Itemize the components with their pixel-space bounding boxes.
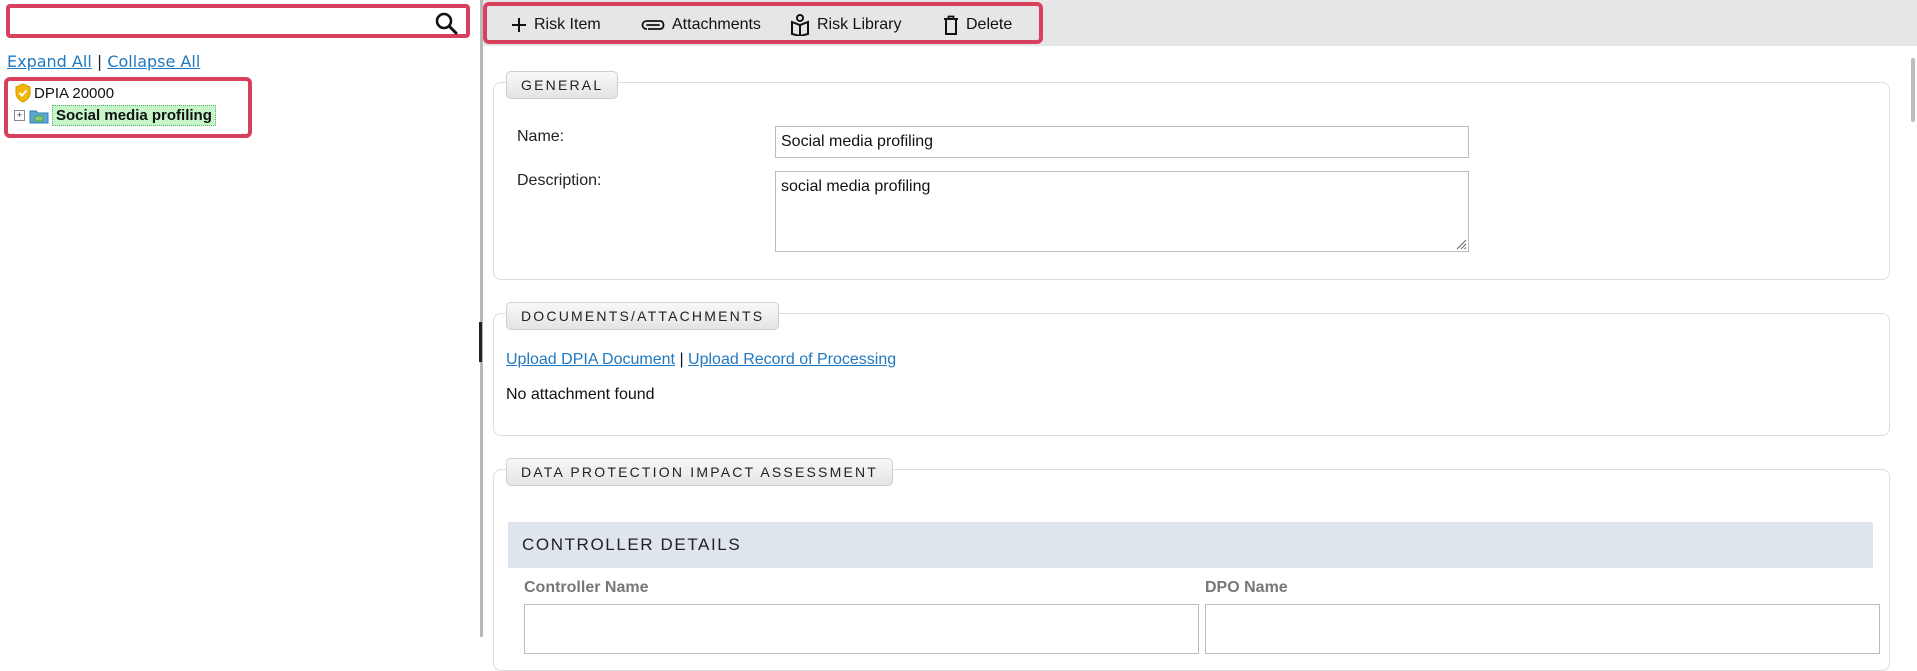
- name-label: Name:: [517, 128, 565, 145]
- controller-name-field[interactable]: [524, 604, 1199, 654]
- expand-all-link[interactable]: Expand All: [7, 52, 92, 71]
- risk-library-button[interactable]: Risk Library: [790, 12, 901, 38]
- search-box: [6, 4, 470, 38]
- collapse-all-link[interactable]: Collapse All: [107, 52, 200, 71]
- general-legend: GENERAL: [506, 71, 619, 99]
- trash-icon: [944, 15, 958, 35]
- add-risk-item-button[interactable]: Risk Item: [511, 12, 601, 38]
- toolbar-group: Risk Item Attachments Risk Library Delet…: [483, 2, 1043, 44]
- splitter-grip[interactable]: [479, 322, 482, 362]
- book-icon: [791, 14, 809, 36]
- controller-details-header: CONTROLLER DETAILS: [508, 522, 1873, 568]
- tree-child-label[interactable]: Social media profiling: [52, 105, 216, 126]
- folder-icon: [29, 108, 49, 124]
- search-input[interactable]: [16, 12, 430, 36]
- dpia-section: DATA PROTECTION IMPACT ASSESSMENT CONTRO…: [493, 458, 1890, 671]
- name-field[interactable]: Social media profiling: [775, 126, 1469, 158]
- resize-icon[interactable]: [1455, 238, 1467, 250]
- delete-button[interactable]: Delete: [943, 12, 1012, 38]
- attachments-label: Attachments: [672, 16, 761, 33]
- documents-section: DOCUMENTS/ATTACHMENTS Upload DPIA Docume…: [493, 302, 1890, 436]
- attachments-button[interactable]: Attachments: [641, 12, 761, 38]
- tree-view: DPIA 20000 + Social media profiling: [4, 77, 252, 138]
- no-attachment-text: No attachment found: [506, 386, 655, 403]
- dpo-name-label: DPO Name: [1205, 579, 1288, 596]
- upload-record-link[interactable]: Upload Record of Processing: [688, 351, 896, 368]
- tree-child-node[interactable]: + Social media profiling: [14, 105, 216, 126]
- expand-node-icon[interactable]: +: [14, 110, 25, 121]
- dpo-name-field[interactable]: [1205, 604, 1880, 654]
- upload-dpia-link[interactable]: Upload DPIA Document: [506, 351, 675, 368]
- tree-pane: Expand All | Collapse All DPIA 20000 + S…: [0, 0, 480, 637]
- dpia-legend: DATA PROTECTION IMPACT ASSESSMENT: [506, 458, 894, 486]
- risk-library-label: Risk Library: [817, 16, 902, 33]
- delete-label: Delete: [966, 16, 1013, 33]
- upload-separator: |: [679, 351, 684, 368]
- tree-links: Expand All | Collapse All: [7, 52, 200, 71]
- description-field[interactable]: social media profiling: [775, 171, 1469, 252]
- paperclip-icon: [641, 20, 665, 30]
- description-label: Description:: [517, 172, 602, 189]
- tree-root-node[interactable]: DPIA 20000: [14, 83, 114, 103]
- toolbar: Risk Item Attachments Risk Library Delet…: [483, 0, 1917, 46]
- search-icon[interactable]: [434, 11, 458, 35]
- controller-name-label: Controller Name: [524, 579, 649, 596]
- link-separator: |: [96, 52, 103, 71]
- plus-icon: [512, 18, 526, 32]
- scrollbar[interactable]: [1911, 58, 1915, 122]
- upload-links: Upload DPIA Document | Upload Record of …: [506, 351, 896, 369]
- detail-pane: Risk Item Attachments Risk Library Delet…: [483, 0, 1917, 671]
- general-section: GENERAL Name: Social media profiling Des…: [493, 71, 1890, 280]
- risk-item-label: Risk Item: [534, 16, 601, 33]
- documents-legend: DOCUMENTS/ATTACHMENTS: [506, 302, 780, 330]
- tree-root-label: DPIA 20000: [34, 84, 115, 102]
- shield-icon: [14, 83, 32, 103]
